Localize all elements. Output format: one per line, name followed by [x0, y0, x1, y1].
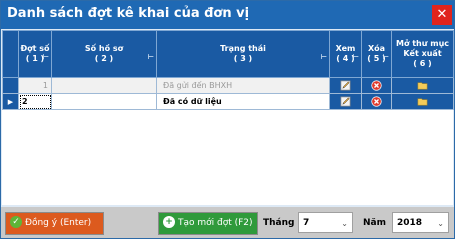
pin-icon[interactable]: ⊢ — [148, 52, 154, 62]
cell-xem[interactable] — [329, 77, 362, 94]
pin-icon[interactable]: ⊢ — [383, 52, 389, 62]
folder-icon[interactable] — [417, 96, 428, 107]
cell-so-ho-so[interactable] — [51, 77, 157, 94]
cell-trang-thai[interactable]: Đã gửi đến BHXH — [156, 77, 330, 94]
pin-icon[interactable]: ⊢ — [321, 52, 327, 62]
table-row[interactable]: ▶ 2 Đã có dữ liệu — [2, 93, 454, 110]
column-header-trang-thai[interactable]: Trạng thái ( 3 ) ⊢ — [156, 30, 330, 78]
plus-icon: + — [163, 215, 175, 228]
edit-icon[interactable] — [340, 96, 351, 107]
cell-xoa[interactable] — [361, 77, 392, 94]
ok-button-label: Đồng ý (Enter) — [25, 218, 92, 228]
window-title: Danh sách đợt kê khai của đơn vị — [7, 6, 250, 21]
cell-trang-thai[interactable]: Đã có dữ liệu — [156, 93, 330, 110]
row-indicator-header — [2, 30, 19, 78]
month-select[interactable]: 7 ⌄ — [298, 212, 353, 233]
footer-bar: ✓ Đồng ý (Enter) + Tạo mới đợt (F2) Tháng … — [1, 207, 454, 238]
chevron-down-icon[interactable]: ⌄ — [341, 213, 348, 234]
year-select[interactable]: 2018 ⌄ — [392, 212, 449, 233]
table-row[interactable]: 1 Đã gửi đến BHXH — [2, 77, 454, 94]
month-label: Tháng — [263, 218, 295, 228]
row-indicator[interactable]: ▶ — [2, 93, 19, 110]
column-header-so-ho-so[interactable]: Số hồ sơ ( 2 ) ⊢ — [51, 30, 157, 78]
column-header-xem[interactable]: Xem ( 4 ) ⊢ — [329, 30, 362, 78]
batch-grid: Đợt số ( 1 ) ⊢ Số hồ sơ ( 2 ) ⊢ Trạng th… — [2, 30, 454, 205]
chevron-down-icon[interactable]: ⌄ — [437, 213, 444, 234]
delete-icon[interactable] — [371, 80, 382, 91]
column-header-sub: ( 2 ) — [94, 54, 114, 63]
new-batch-button[interactable]: + Tạo mới đợt (F2) — [158, 212, 258, 235]
pin-icon[interactable]: ⊢ — [43, 52, 49, 62]
new-batch-button-label: Tạo mới đợt (F2) — [178, 218, 253, 228]
current-row-icon: ▶ — [7, 98, 14, 106]
cell-mo-thu-muc[interactable] — [391, 93, 454, 110]
row-indicator[interactable] — [2, 77, 19, 94]
column-header-xoa[interactable]: Xóa ( 5 ) ⊢ — [361, 30, 392, 78]
delete-icon[interactable] — [371, 96, 382, 107]
column-header-mo-thu-muc[interactable]: Mở thư mục Kết xuất ( 6 ) — [391, 30, 454, 78]
column-header-label: Trạng thái — [220, 44, 266, 53]
month-value: 7 — [303, 218, 310, 228]
column-header-dot-so[interactable]: Đợt số ( 1 ) ⊢ — [18, 30, 52, 78]
cell-xoa[interactable] — [361, 93, 392, 110]
cell-dot-so[interactable]: 2 — [18, 93, 52, 110]
folder-icon[interactable] — [417, 80, 428, 91]
column-header-sub: ( 3 ) — [233, 54, 253, 63]
ok-button[interactable]: ✓ Đồng ý (Enter) — [5, 212, 104, 235]
pin-icon[interactable]: ⊢ — [353, 52, 359, 62]
column-header-label: Mở thư mục Kết xuất — [395, 39, 449, 58]
dialog-window: Danh sách đợt kê khai của đơn vị ✕ Đợt s… — [0, 0, 455, 239]
column-header-sub: ( 6 ) — [413, 59, 432, 68]
column-header-label: Số hồ sơ — [84, 44, 124, 53]
cell-so-ho-so[interactable] — [51, 93, 157, 110]
cell-mo-thu-muc[interactable] — [391, 77, 454, 94]
cell-xem[interactable] — [329, 93, 362, 110]
year-label: Năm — [363, 218, 386, 228]
check-icon: ✓ — [10, 215, 22, 228]
close-icon[interactable]: ✕ — [432, 5, 452, 25]
year-value: 2018 — [397, 218, 423, 228]
cell-dot-so[interactable]: 1 — [18, 77, 52, 94]
edit-icon[interactable] — [340, 80, 351, 91]
title-bar: Danh sách đợt kê khai của đơn vị ✕ — [1, 1, 454, 29]
